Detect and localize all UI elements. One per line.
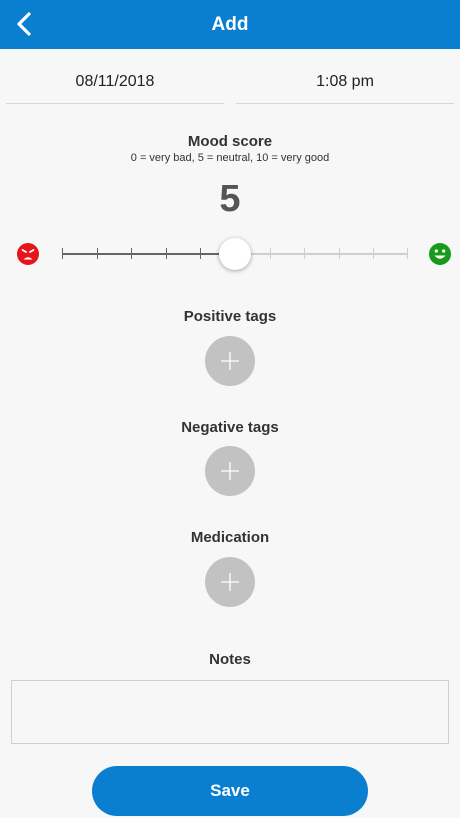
slider-tick (131, 248, 133, 259)
back-button[interactable] (6, 6, 42, 42)
save-button[interactable]: Save (92, 766, 368, 816)
slider-tick (200, 248, 202, 259)
mood-slider[interactable] (62, 238, 408, 270)
plus-icon (221, 462, 239, 480)
mood-score-title: Mood score (187, 133, 273, 150)
time-field[interactable]: 1:08 pm (236, 60, 454, 104)
slider-tick (338, 248, 340, 259)
plus-icon (221, 352, 239, 370)
mood-score-value: 5 (219, 178, 241, 220)
top-app-bar: Add (0, 0, 460, 49)
slider-tick (165, 248, 167, 259)
notes-title: Notes (209, 651, 251, 668)
plus-icon (221, 573, 239, 591)
add-negative-tag-button[interactable] (205, 446, 255, 496)
date-field[interactable]: 08/11/2018 (6, 60, 224, 104)
positive-tags-title: Positive tags (183, 308, 277, 325)
slider-thumb[interactable] (219, 238, 251, 270)
medication-title: Medication (190, 529, 270, 546)
negative-tags-title: Negative tags (181, 419, 279, 436)
slider-track-empty (235, 253, 408, 255)
mood-score-scale-hint: 0 = very bad, 5 = neutral, 10 = very goo… (130, 152, 330, 164)
slider-tick (407, 248, 408, 259)
slider-tick (304, 248, 306, 259)
slider-track-filled (62, 253, 235, 255)
notes-input[interactable] (11, 680, 449, 744)
slider-tick (269, 248, 271, 259)
chevron-left-icon (17, 12, 31, 36)
add-positive-tag-button[interactable] (205, 336, 255, 386)
slider-tick (62, 248, 63, 259)
sad-face-icon (17, 243, 39, 265)
add-medication-button[interactable] (205, 557, 255, 607)
slider-tick (373, 248, 375, 259)
happy-face-icon (429, 243, 451, 265)
page-title: Add (211, 13, 249, 35)
slider-tick (96, 248, 98, 259)
